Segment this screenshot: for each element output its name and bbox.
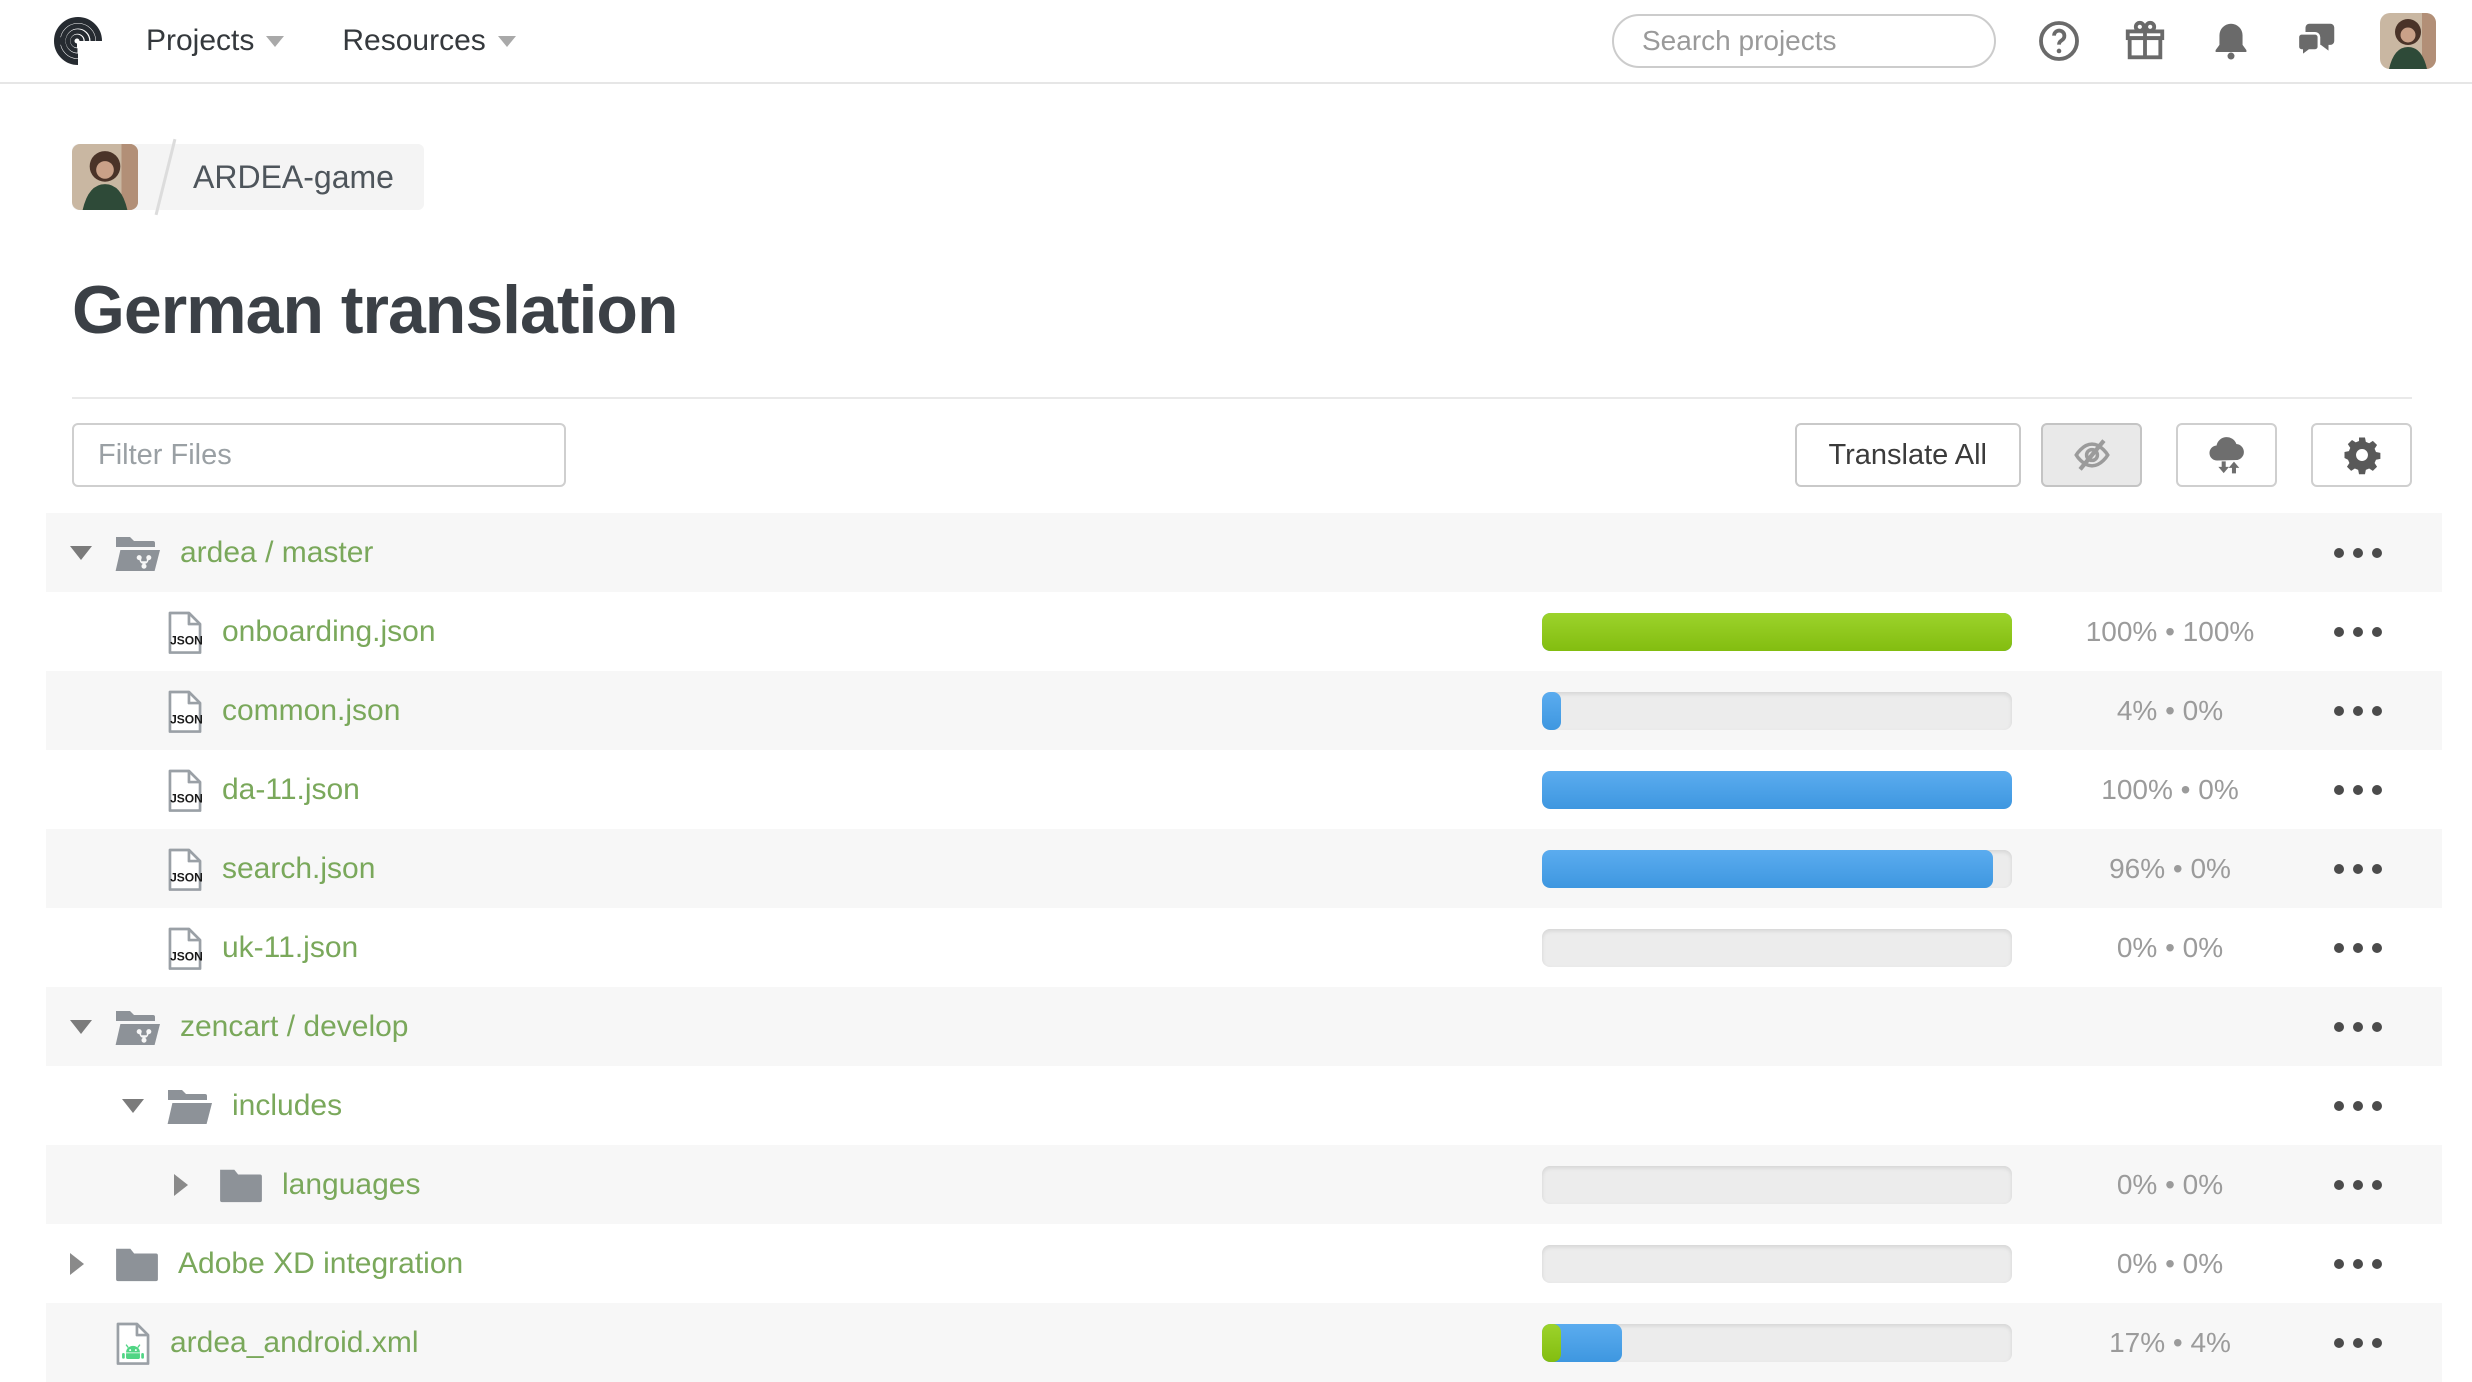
breadcrumb-divider xyxy=(155,139,177,215)
json-file-icon: JSON xyxy=(166,609,204,655)
file-row: JSON da-11.json 100% • 0% xyxy=(46,750,2442,829)
android-file-icon xyxy=(114,1320,152,1366)
ellipsis-menu-icon[interactable] xyxy=(2328,627,2398,637)
file-row: JSON onboarding.json 100% • 100% xyxy=(46,592,2442,671)
expand-caret-icon[interactable] xyxy=(122,1099,166,1113)
open-folder-icon xyxy=(166,1086,214,1126)
nav-menu-label: Resources xyxy=(342,24,485,58)
closed-folder-icon xyxy=(218,1166,264,1204)
ellipsis-menu-icon[interactable] xyxy=(2328,706,2398,716)
top-nav: Projects Resources xyxy=(0,0,2472,84)
ellipsis-menu-icon[interactable] xyxy=(2328,1180,2398,1190)
project-owner-avatar xyxy=(72,144,138,210)
progress-bar xyxy=(1542,929,2012,967)
progress-bar xyxy=(1542,613,2012,651)
progress-label: 17% • 4% xyxy=(2012,1327,2328,1359)
branch-folder-icon xyxy=(114,1007,162,1047)
eye-off-icon[interactable] xyxy=(2041,423,2142,487)
file-row: zencart / develop xyxy=(46,987,2442,1066)
progress-label: 4% • 0% xyxy=(2012,695,2328,727)
expand-caret-icon[interactable] xyxy=(70,1020,114,1034)
user-avatar[interactable] xyxy=(2380,13,2436,69)
messages-icon[interactable] xyxy=(2294,18,2340,64)
ellipsis-menu-icon[interactable] xyxy=(2328,1259,2398,1269)
progress-label: 96% • 0% xyxy=(2012,853,2328,885)
file-name-link[interactable]: Adobe XD integration xyxy=(178,1247,463,1281)
file-name-link[interactable]: languages xyxy=(282,1168,420,1202)
help-icon[interactable] xyxy=(2036,18,2082,64)
ellipsis-menu-icon[interactable] xyxy=(2328,1022,2398,1032)
progress-label: 0% • 0% xyxy=(2012,932,2328,964)
file-row: ardea_android.xml 17% • 4% xyxy=(46,1303,2442,1382)
progress-bar xyxy=(1542,692,2012,730)
bell-icon[interactable] xyxy=(2208,18,2254,64)
progress-label: 100% • 100% xyxy=(2012,616,2328,648)
file-row: JSON uk-11.json 0% • 0% xyxy=(46,908,2442,987)
branch-folder-icon xyxy=(114,533,162,573)
expand-caret-icon[interactable] xyxy=(70,1253,114,1275)
toolbar-divider xyxy=(72,397,2412,399)
file-row: Adobe XD integration 0% • 0% xyxy=(46,1224,2442,1303)
file-name-link[interactable]: onboarding.json xyxy=(222,615,436,649)
translate-all-button[interactable]: Translate All xyxy=(1795,423,2022,487)
file-row: ardea / master xyxy=(46,513,2442,592)
breadcrumb[interactable]: ARDEA-game xyxy=(72,144,424,210)
json-file-icon: JSON xyxy=(166,925,204,971)
nav-menu-label: Projects xyxy=(146,24,254,58)
file-row: includes xyxy=(46,1066,2442,1145)
ellipsis-menu-icon[interactable] xyxy=(2328,1338,2398,1348)
filter-files-input[interactable] xyxy=(72,423,566,487)
progress-label: 0% • 0% xyxy=(2012,1169,2328,1201)
file-name-link[interactable]: ardea_android.xml xyxy=(170,1326,418,1360)
file-name-link[interactable]: zencart / develop xyxy=(180,1010,408,1044)
progress-label: 0% • 0% xyxy=(2012,1248,2328,1280)
ellipsis-menu-icon[interactable] xyxy=(2328,548,2398,558)
nav-menu-resources[interactable]: Resources xyxy=(342,24,515,58)
chevron-down-icon xyxy=(498,36,516,47)
svg-text:JSON: JSON xyxy=(170,870,203,884)
file-row: languages 0% • 0% xyxy=(46,1145,2442,1224)
expand-caret-icon[interactable] xyxy=(174,1174,218,1196)
ellipsis-menu-icon[interactable] xyxy=(2328,943,2398,953)
gear-icon[interactable] xyxy=(2311,423,2412,487)
svg-text:JSON: JSON xyxy=(170,949,203,963)
nav-menu-projects[interactable]: Projects xyxy=(146,24,284,58)
progress-label: 100% • 0% xyxy=(2012,774,2328,806)
progress-bar xyxy=(1542,771,2012,809)
progress-bar xyxy=(1542,850,2012,888)
file-name-link[interactable]: includes xyxy=(232,1089,342,1123)
chevron-down-icon xyxy=(266,36,284,47)
file-name-link[interactable]: da-11.json xyxy=(222,773,360,807)
gift-icon[interactable] xyxy=(2122,18,2168,64)
ellipsis-menu-icon[interactable] xyxy=(2328,1101,2398,1111)
file-name-link[interactable]: search.json xyxy=(222,852,375,886)
progress-bar xyxy=(1542,1166,2012,1204)
file-row: JSON common.json 4% • 0% xyxy=(46,671,2442,750)
ardea-spiral-logo[interactable] xyxy=(52,10,104,72)
svg-text:JSON: JSON xyxy=(170,712,203,726)
svg-text:JSON: JSON xyxy=(170,791,203,805)
closed-folder-icon xyxy=(114,1245,160,1283)
ellipsis-menu-icon[interactable] xyxy=(2328,785,2398,795)
ellipsis-menu-icon[interactable] xyxy=(2328,864,2398,874)
breadcrumb-project-name: ARDEA-game xyxy=(193,159,394,196)
cloud-sync-icon[interactable] xyxy=(2176,423,2277,487)
svg-text:JSON: JSON xyxy=(170,633,203,647)
file-row: JSON search.json 96% • 0% xyxy=(46,829,2442,908)
file-name-link[interactable]: uk-11.json xyxy=(222,931,358,965)
file-list: ardea / master JSON onboarding.json 100%… xyxy=(46,513,2442,1382)
project-search xyxy=(1612,14,1996,68)
expand-caret-icon[interactable] xyxy=(70,546,114,560)
progress-bar xyxy=(1542,1324,2012,1362)
json-file-icon: JSON xyxy=(166,767,204,813)
search-input[interactable] xyxy=(1642,25,2003,57)
progress-bar xyxy=(1542,1245,2012,1283)
page-title: German translation xyxy=(72,271,2412,349)
file-name-link[interactable]: common.json xyxy=(222,694,400,728)
json-file-icon: JSON xyxy=(166,688,204,734)
json-file-icon: JSON xyxy=(166,846,204,892)
file-name-link[interactable]: ardea / master xyxy=(180,536,373,570)
file-toolbar: Translate All xyxy=(72,423,2412,487)
